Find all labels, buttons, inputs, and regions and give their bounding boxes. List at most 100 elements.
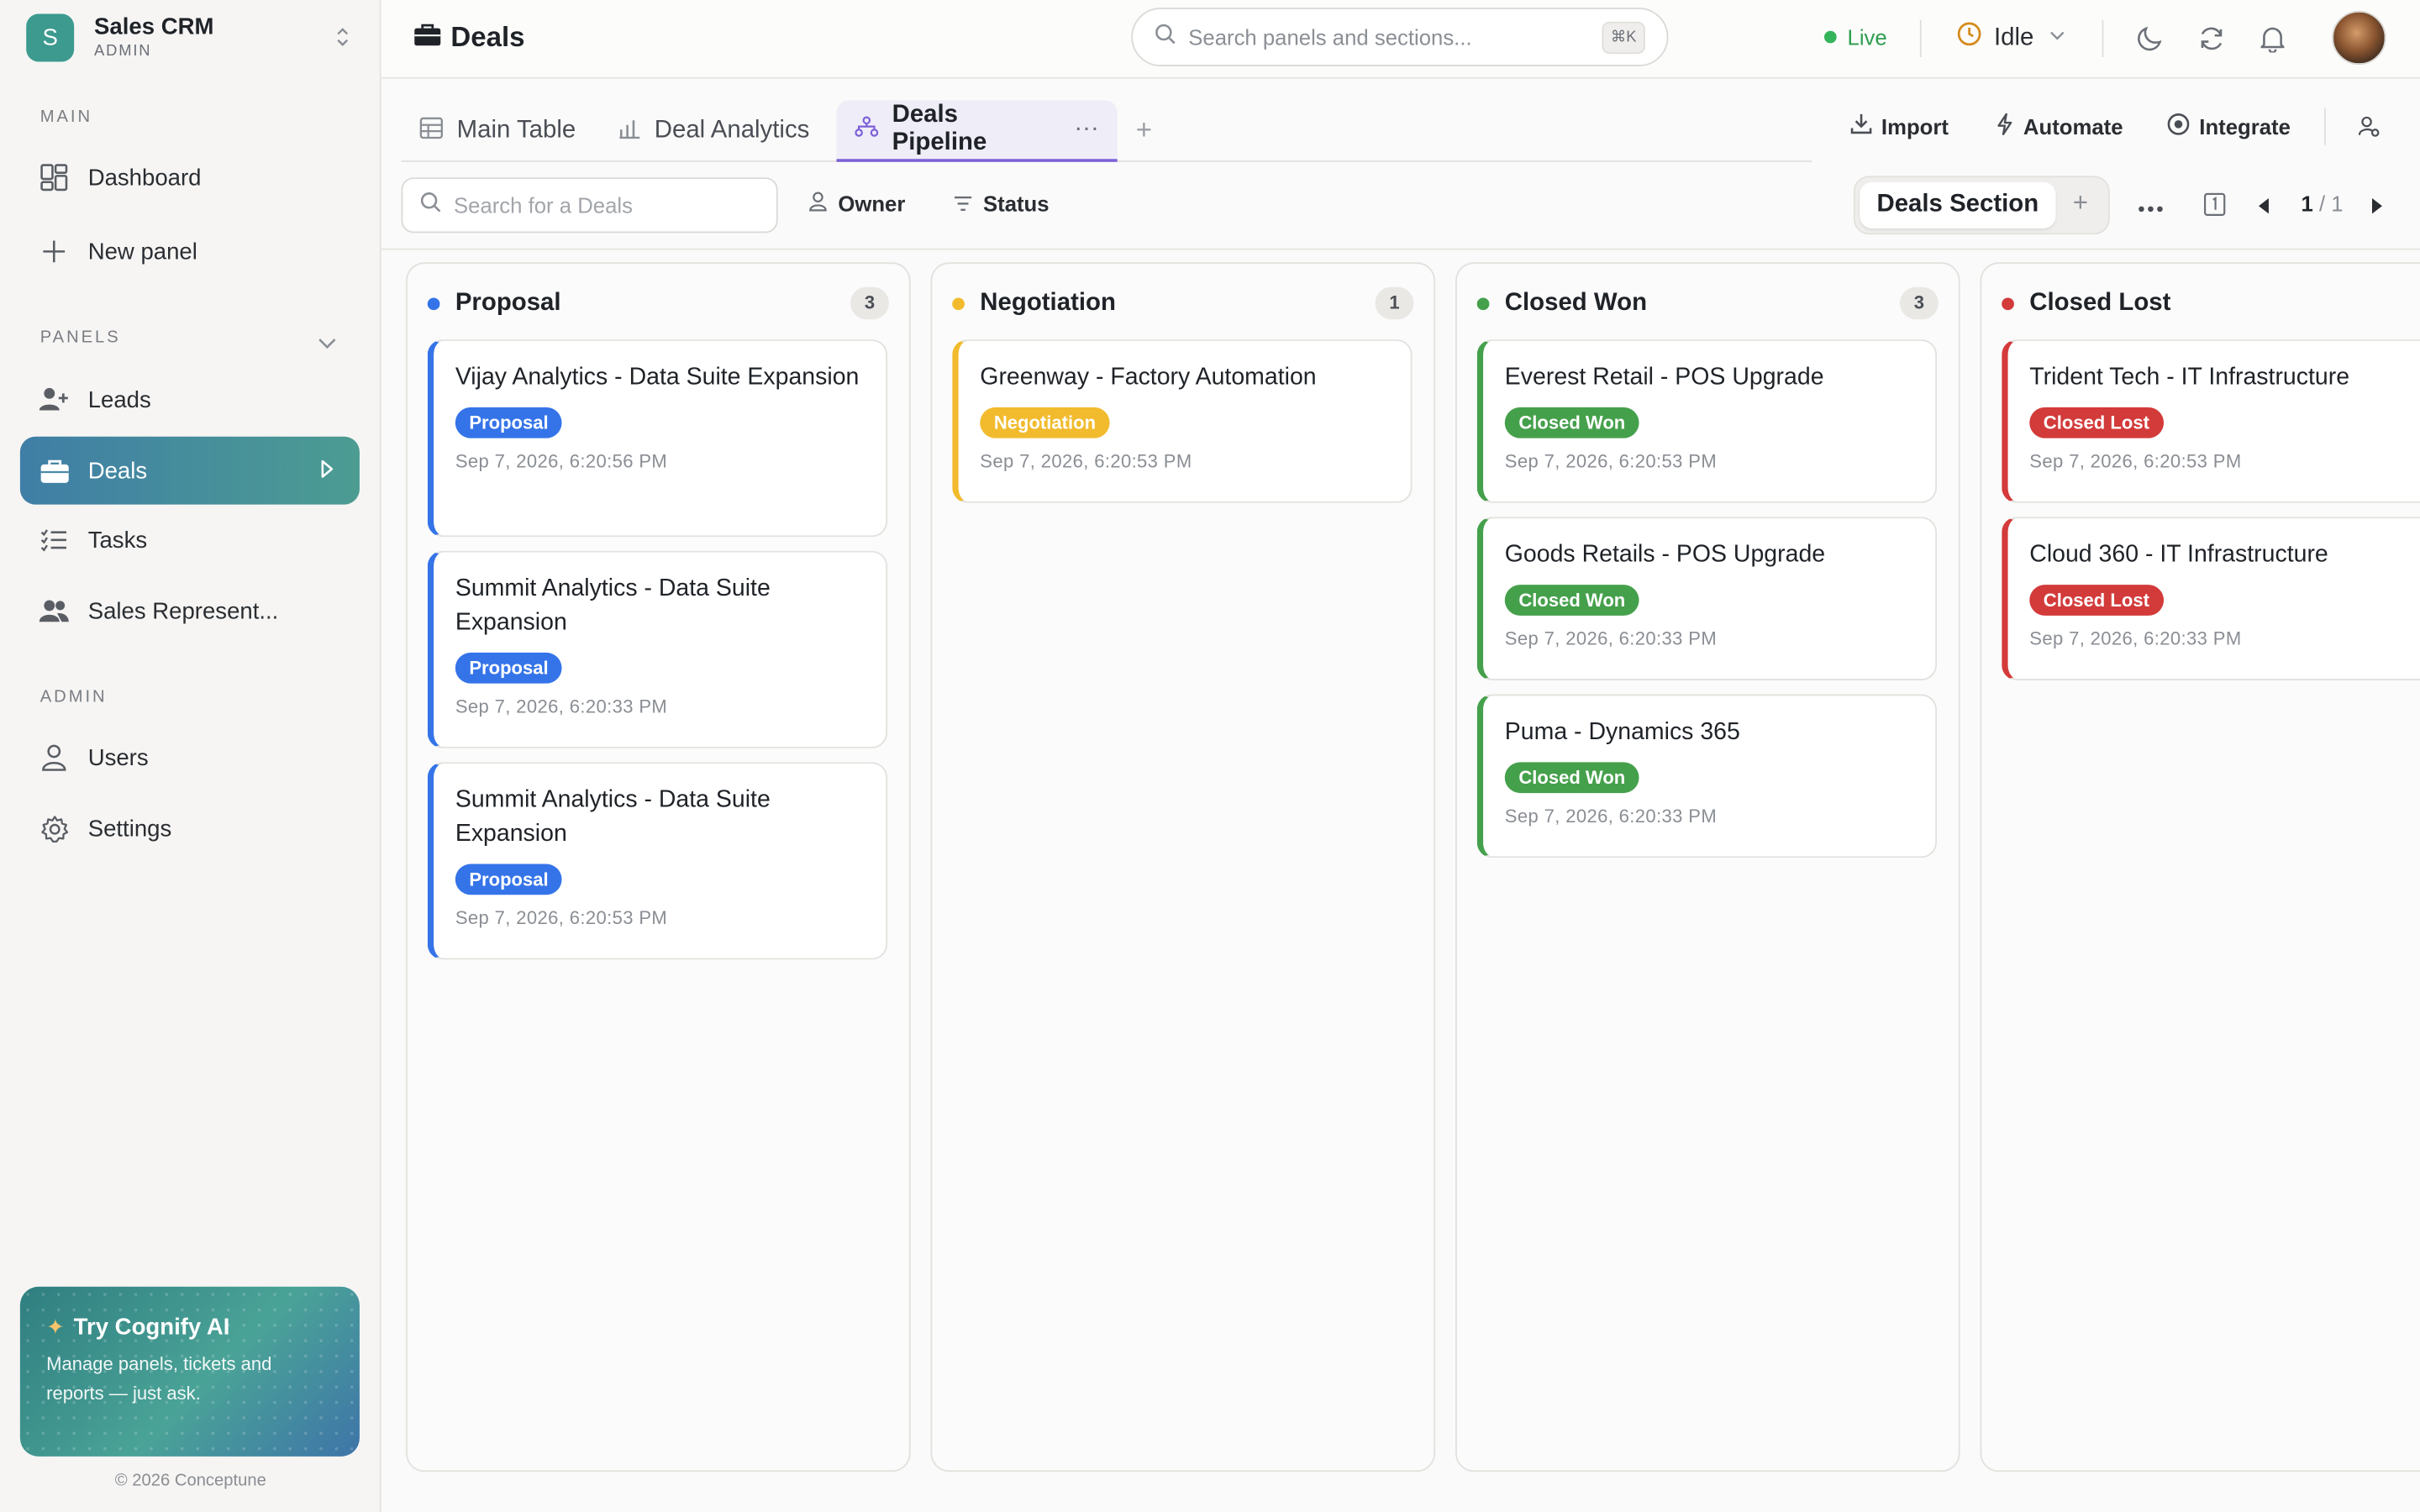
status-badge: Negotiation: [980, 407, 1110, 438]
sidebar-item-label: Dashboard: [87, 164, 202, 191]
deal-title: Greenway - Factory Automation: [980, 364, 1317, 391]
column-count-badge: 1: [1375, 286, 1414, 320]
sidebar-item-dashboard[interactable]: Dashboard: [20, 145, 360, 210]
deal-card[interactable]: Goods Retails - POS Upgrade Closed Won Sep…: [1476, 517, 1938, 680]
prev-page-icon[interactable]: [2258, 196, 2270, 219]
moon-icon[interactable]: [2133, 22, 2166, 55]
download-icon: [1850, 113, 1872, 139]
deal-date: Sep 7, 2026, 6:20:56 PM: [455, 450, 668, 473]
automate-button[interactable]: Automate: [1996, 113, 2123, 140]
deal-card[interactable]: Everest Retail - POS Upgrade Closed Won Se…: [1476, 339, 1938, 503]
sidebar: S Sales CRM ADMIN MAIN Dashboard New pan…: [0, 0, 381, 1512]
workspace-switcher[interactable]: S Sales CRM ADMIN: [26, 13, 358, 61]
page-total: / 1: [2318, 191, 2344, 217]
clock-icon: [1957, 22, 1981, 55]
page-title: Deals: [413, 22, 525, 55]
add-section-button[interactable]: +: [2073, 188, 2088, 219]
sidebar-item-tasks[interactable]: Tasks: [20, 507, 360, 572]
column-title: Closed Won: [1504, 290, 1648, 317]
page-jump-icon[interactable]: [2203, 192, 2226, 221]
deal-date: Sep 7, 2026, 6:20:53 PM: [980, 450, 1192, 473]
integrate-button[interactable]: Integrate: [2167, 113, 2291, 140]
deal-card[interactable]: Trident Tech - IT Infrastructure Closed L…: [2002, 339, 2420, 503]
owner-filter-button[interactable]: Owner: [808, 192, 905, 216]
deal-date: Sep 7, 2026, 6:20:33 PM: [2029, 627, 2242, 650]
bell-icon[interactable]: [2254, 22, 2288, 55]
brand-name: Sales CRM: [94, 13, 214, 39]
owner-filter-label: Owner: [838, 191, 906, 217]
column-closed-lost: Closed Lost Trident Tech - IT Infrastruct…: [1980, 262, 2420, 1473]
status-dot-icon: [427, 297, 440, 311]
list-check-icon: [39, 524, 70, 555]
tab-main-table[interactable]: Main Table: [402, 100, 595, 161]
sidebar-item-label: Deals: [87, 457, 148, 484]
chevron-down-icon[interactable]: [318, 330, 336, 358]
deal-card[interactable]: Vijay Analytics - Data Suite Expansion Pr…: [427, 339, 888, 538]
deal-card[interactable]: Summit Analytics - Data Suite Expansion P…: [427, 550, 888, 748]
column-header: Proposal 3: [427, 286, 889, 320]
deal-card[interactable]: Cloud 360 - IT Infrastructure Closed Lost…: [2002, 517, 2420, 680]
deal-title: Cloud 360 - IT Infrastructure: [2029, 541, 2328, 568]
deal-card[interactable]: Summit Analytics - Data Suite Expansion P…: [427, 762, 888, 960]
status-filter-label: Status: [982, 191, 1050, 217]
deal-title: Trident Tech - IT Infrastructure: [2029, 364, 2350, 391]
section-selector: Deals Section +: [1853, 176, 2110, 235]
sidebar-item-sales-representatives[interactable]: Sales Represent...: [20, 579, 360, 643]
sidebar-item-settings[interactable]: Settings: [20, 796, 360, 861]
column-title: Negotiation: [980, 290, 1116, 317]
live-status: Live: [1823, 24, 1887, 50]
gear-icon: [39, 813, 70, 844]
sidebar-item-leads[interactable]: Leads: [20, 367, 360, 432]
user-plus-icon: [39, 384, 70, 415]
search-placeholder: Search for a Deals: [453, 192, 633, 218]
more-options-icon[interactable]: [2138, 194, 2164, 218]
tab-deal-analytics[interactable]: Deal Analytics: [600, 100, 828, 161]
status-dropdown[interactable]: Idle: [1957, 22, 2065, 55]
status-filter-button[interactable]: Status: [954, 192, 1050, 216]
section-tab-deals[interactable]: Deals Section: [1860, 181, 2056, 228]
user-icon: [39, 742, 70, 773]
more-horizontal-icon[interactable]: ···: [1074, 116, 1098, 144]
sidebar-item-label: Settings: [87, 815, 172, 842]
add-tab-button[interactable]: +: [1136, 114, 1152, 147]
deal-date: Sep 7, 2026, 6:20:33 PM: [1504, 805, 1718, 827]
user-settings-icon[interactable]: [2358, 116, 2380, 138]
promo-title: Try Cognify AI: [73, 1314, 230, 1341]
status-badge: Closed Lost: [2029, 585, 2164, 616]
sidebar-item-users[interactable]: Users: [20, 725, 360, 790]
divider: [2324, 108, 2326, 145]
next-page-icon[interactable]: [2370, 196, 2383, 219]
deal-card[interactable]: Puma - Dynamics 365 Closed Won Sep 7, 2026…: [1476, 694, 1938, 858]
integrate-icon: [2167, 113, 2191, 140]
briefcase-icon: [413, 22, 441, 55]
global-search-input[interactable]: Search panels and sections... ⌘K: [1131, 8, 1669, 66]
search-placeholder: Search panels and sections...: [1188, 24, 1472, 50]
tab-deals-pipeline[interactable]: Deals Pipeline ···: [836, 100, 1118, 162]
bar-chart-icon: [619, 117, 641, 146]
deal-card[interactable]: Greenway - Factory Automation Negotiation…: [952, 339, 1413, 503]
sidebar-item-new-panel[interactable]: New panel: [20, 219, 360, 284]
status-badge: Proposal: [455, 652, 563, 684]
sidebar-item-deals[interactable]: Deals: [19, 436, 360, 505]
chevron-up-down-icon: [335, 26, 350, 48]
chevron-down-icon: [2049, 29, 2065, 46]
filter-icon: [954, 192, 972, 216]
briefcase-icon: [39, 455, 70, 486]
deals-search-input[interactable]: Search for a Deals: [401, 177, 778, 234]
column-closed-won: Closed Won 3 Everest Retail - POS Upgrade C…: [1455, 262, 1960, 1473]
divider: [1919, 19, 1922, 57]
live-dot-icon: [1823, 30, 1837, 44]
deal-date: Sep 7, 2026, 6:20:53 PM: [2029, 450, 2242, 473]
status-badge: Closed Won: [1504, 762, 1639, 794]
deal-title: Summit Analytics - Data Suite Expansion: [455, 786, 771, 848]
avatar[interactable]: [2332, 10, 2386, 66]
ai-promo-card[interactable]: ✦ Try Cognify AI Manage panels, tickets …: [19, 1286, 360, 1457]
sidebar-item-label: Sales Represent...: [87, 597, 279, 624]
import-button[interactable]: Import: [1850, 113, 1949, 139]
column-count-badge: 3: [850, 286, 889, 320]
page-current: 1: [2301, 191, 2313, 217]
sidebar-item-label: Users: [87, 744, 149, 771]
status-badge: Closed Lost: [2029, 407, 2164, 438]
refresh-icon[interactable]: [2195, 22, 2228, 55]
caret-right-icon: [319, 458, 334, 486]
